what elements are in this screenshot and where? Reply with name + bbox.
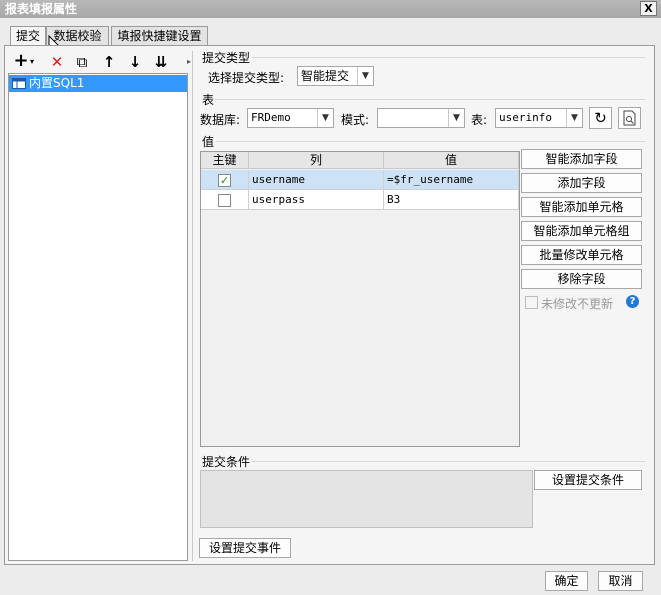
close-icon[interactable]: X xyxy=(640,1,657,16)
section-divider xyxy=(252,461,645,462)
no-update-checkbox[interactable] xyxy=(525,296,538,309)
copy-icon[interactable]: ⧉ xyxy=(73,53,91,71)
primary-key-checkbox[interactable] xyxy=(218,194,231,207)
move-up-icon[interactable]: ↑ xyxy=(100,53,118,71)
grid-header-key[interactable]: 主键 xyxy=(201,152,249,169)
table-label: 表: xyxy=(471,113,488,127)
submit-type-section-title: 提交类型 xyxy=(202,51,251,65)
toolbar-more-icon[interactable]: ▸ xyxy=(187,57,191,66)
tab-submit[interactable]: 提交 xyxy=(10,26,46,47)
set-submit-event-button[interactable]: 设置提交事件 xyxy=(199,538,291,558)
chevron-down-icon: ▼ xyxy=(566,109,582,127)
batch-modify-cells-button[interactable]: 批量修改单元格 xyxy=(521,245,642,265)
delete-icon[interactable]: ✕ xyxy=(48,53,66,71)
smart-add-cell-group-button[interactable]: 智能添加单元格组 xyxy=(521,221,642,241)
window-title: 报表填报属性 xyxy=(0,0,661,18)
tab-shortcut-settings[interactable]: 填报快捷键设置 xyxy=(111,26,208,46)
chevron-down-icon: ▼ xyxy=(448,109,464,127)
condition-section-title: 提交条件 xyxy=(202,455,251,469)
database-select[interactable]: FRDemo ▼ xyxy=(247,108,334,128)
grid-cell-column[interactable]: userpass xyxy=(249,190,384,210)
database-value: FRDemo xyxy=(251,111,291,124)
cancel-button[interactable]: 取消 xyxy=(598,571,643,591)
database-table-icon xyxy=(12,78,26,89)
submit-type-label: 选择提交类型: xyxy=(208,71,285,85)
preview-table-button[interactable] xyxy=(618,107,641,129)
smart-add-field-button[interactable]: 智能添加字段 xyxy=(521,149,642,169)
table-select[interactable]: userinfo ▼ xyxy=(495,108,583,128)
sql-list[interactable] xyxy=(8,73,188,561)
pane-splitter[interactable] xyxy=(192,51,195,561)
help-icon[interactable]: ? xyxy=(626,295,639,308)
chevron-down-icon: ▼ xyxy=(317,109,333,127)
section-divider xyxy=(216,141,645,142)
table-value: userinfo xyxy=(499,111,552,124)
submit-type-value: 智能提交 xyxy=(301,69,350,83)
section-divider xyxy=(252,57,645,58)
table-section-title: 表 xyxy=(202,93,215,107)
add-dropdown-icon[interactable]: ▾ xyxy=(30,57,34,66)
grid-cell-column[interactable]: username xyxy=(249,170,384,190)
move-down-icon[interactable]: ↓ xyxy=(126,53,144,71)
ok-button[interactable]: 确定 xyxy=(545,571,588,591)
smart-add-cell-button[interactable]: 智能添加单元格 xyxy=(521,197,642,217)
condition-display xyxy=(200,470,533,528)
refresh-icon[interactable]: ↻ xyxy=(589,107,612,129)
remove-field-button[interactable]: 移除字段 xyxy=(521,269,642,289)
value-section-title: 值 xyxy=(202,135,215,149)
section-divider xyxy=(216,99,645,100)
grid-cell-value[interactable]: B3 xyxy=(384,190,519,210)
add-field-button[interactable]: 添加字段 xyxy=(521,173,642,193)
set-condition-button[interactable]: 设置提交条件 xyxy=(534,470,642,490)
list-item-sql1[interactable]: 内置SQL1 xyxy=(9,75,187,92)
preview-icon xyxy=(623,110,635,126)
mode-label: 模式: xyxy=(341,113,370,127)
chevron-down-icon: ▼ xyxy=(357,67,373,85)
no-update-label: 未修改不更新 xyxy=(541,297,614,311)
add-icon[interactable]: + xyxy=(12,52,30,70)
grid-cell-value[interactable]: =$fr_username xyxy=(384,170,519,190)
sort-icon[interactable]: ⇊ xyxy=(152,53,170,71)
submit-type-select[interactable]: 智能提交 ▼ xyxy=(297,66,374,86)
mode-select[interactable]: ▼ xyxy=(377,108,465,128)
primary-key-checkbox[interactable]: ✓ xyxy=(218,174,231,187)
database-label: 数据库: xyxy=(200,113,241,127)
grid-header-value[interactable]: 值 xyxy=(384,152,519,169)
grid-header-column[interactable]: 列 xyxy=(249,152,384,169)
